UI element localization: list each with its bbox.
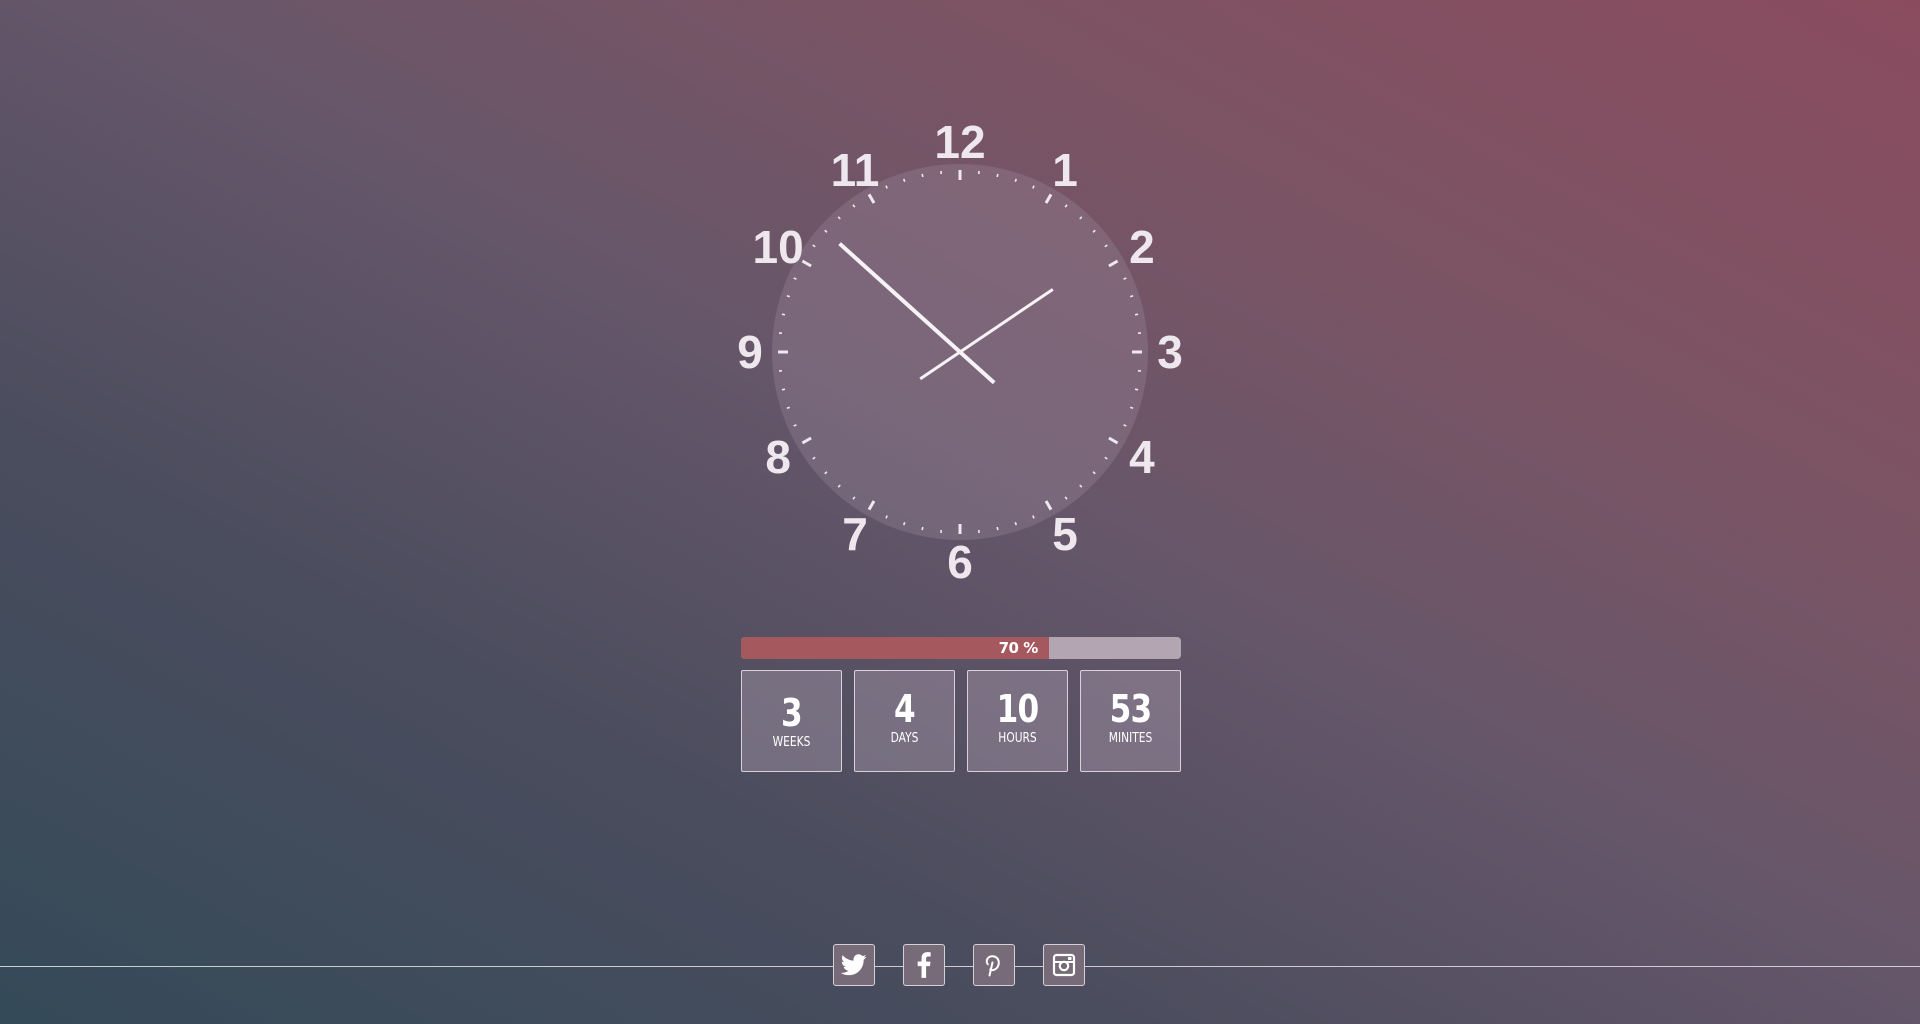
pinterest-button[interactable] (973, 944, 1015, 986)
minute-tick (793, 424, 797, 427)
progress-bar: 70 % (741, 637, 1181, 659)
clock-numeral: 9 (737, 326, 763, 378)
minute-tick (902, 178, 906, 183)
countdown-days-label: DAYS (890, 731, 919, 746)
countdown-hours-label: HOURS (998, 731, 1037, 746)
clock-numeral: 12 (934, 116, 985, 168)
footer-divider (0, 966, 1920, 967)
clock-numeral: 1 (1052, 144, 1078, 196)
clock-numeral: 3 (1157, 326, 1183, 378)
minute-tick (996, 173, 999, 178)
minute-tick (1134, 388, 1139, 391)
countdown-days-value: 4 (894, 687, 916, 731)
clock-numeral: 2 (1129, 221, 1155, 273)
analog-clock: 12 1 2 3 4 5 6 7 8 9 10 11 (720, 112, 1200, 592)
minute-tick (996, 526, 999, 531)
instagram-button[interactable] (1043, 944, 1085, 986)
countdown: 3 WEEKS 4 DAYS 10 HOURS 53 MINITES (741, 670, 1181, 774)
minute-tick (786, 294, 791, 298)
minute-tick (781, 388, 786, 391)
minute-tick (1014, 521, 1018, 526)
clock-numeral: 5 (1052, 508, 1078, 560)
minute-tick (1129, 406, 1134, 410)
countdown-weeks: 3 WEEKS (741, 670, 842, 772)
clock-numeral: 8 (765, 431, 791, 483)
clock-face-svg: 12 12 3 45 6 78 9 10 11 (737, 116, 1183, 588)
countdown-hours: 10 HOURS (967, 670, 1068, 772)
minute-tick (1032, 185, 1035, 189)
minute-tick (885, 185, 888, 189)
countdown-weeks-value: 3 (781, 691, 803, 735)
minute-tick (786, 406, 791, 410)
instagram-icon (1052, 953, 1076, 977)
pinterest-icon (985, 955, 1000, 977)
clock-numeral: 4 (1129, 431, 1155, 483)
minute-tick (1129, 294, 1134, 298)
clock-numeral: 7 (842, 508, 868, 560)
countdown-minutes-value: 53 (1109, 687, 1153, 731)
progress-label: 70 % (998, 639, 1039, 657)
countdown-hours-value: 10 (996, 687, 1040, 731)
minute-tick (781, 313, 786, 316)
countdown-minutes: 53 MINITES (1080, 670, 1181, 772)
facebook-button[interactable] (903, 944, 945, 986)
clock-numeral: 6 (947, 536, 973, 588)
countdown-days: 4 DAYS (854, 670, 955, 772)
countdown-minutes-label: MINITES (1108, 731, 1153, 746)
twitter-icon (841, 954, 867, 976)
clock-numeral: 10 (753, 221, 804, 273)
minute-tick (1134, 313, 1139, 316)
minute-tick (885, 515, 888, 519)
twitter-button[interactable] (833, 944, 875, 986)
facebook-icon (917, 952, 931, 978)
countdown-weeks-label: WEEKS (772, 735, 811, 750)
clock-numeral: 11 (831, 144, 880, 196)
minute-tick (921, 526, 924, 531)
minute-tick (793, 277, 797, 280)
minute-tick (1123, 277, 1127, 280)
minute-tick (1032, 515, 1035, 519)
minute-tick (902, 521, 906, 526)
minute-tick (1123, 424, 1127, 427)
minute-tick (1014, 178, 1018, 183)
minute-tick (921, 173, 924, 178)
